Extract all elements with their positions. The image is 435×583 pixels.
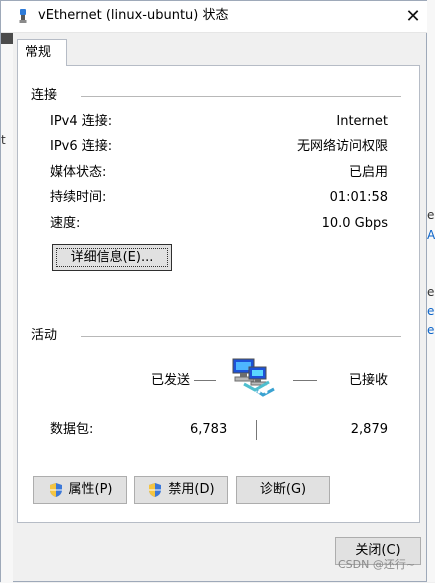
background-text-2: A	[427, 228, 435, 242]
sent-label: 已发送	[151, 373, 191, 388]
close-icon[interactable]: ✕	[398, 3, 428, 31]
details-button[interactable]: 详细信息(E)...	[52, 244, 172, 271]
activity-section-divider	[81, 336, 401, 337]
shield-icon	[49, 483, 62, 497]
ipv4-label: IPv4 连接:	[50, 114, 113, 129]
disable-button[interactable]: 禁用(D)	[134, 476, 228, 504]
background-text-1: e	[427, 208, 435, 222]
activity-section-title: 活动	[31, 328, 58, 343]
speed-label: 速度:	[50, 216, 81, 231]
media-status-label: 媒体状态:	[50, 165, 107, 180]
packets-received-value: 2,879	[350, 422, 388, 437]
title-bar: vEthernet (linux-ubuntu) 状态 ✕	[1, 1, 428, 33]
tab-general[interactable]: 常规	[17, 39, 67, 66]
sent-connector-line	[194, 380, 216, 381]
network-status-window: t vEthernet (linux-ubuntu) 状态 ✕ 常规 连接 IP…	[0, 0, 428, 583]
watermark-text: CSDN @还行~	[338, 558, 416, 571]
general-panel: 连接 IPv4 连接: Internet IPv6 连接: 无网络访问权限 媒体…	[17, 65, 420, 523]
details-button-label: 详细信息(E)...	[70, 249, 154, 265]
network-adapter-icon	[19, 9, 27, 23]
background-text-5: e	[427, 323, 435, 337]
network-computers-icon	[232, 358, 275, 397]
connection-section-title: 连接	[31, 88, 58, 103]
ipv6-value: 无网络访问权限	[296, 139, 388, 154]
media-status-value: 已启用	[348, 165, 388, 180]
packets-sent-value: 6,783	[190, 422, 228, 437]
received-connector-line	[293, 380, 317, 381]
ipv6-label: IPv6 连接:	[50, 139, 113, 154]
left-background-text: t	[1, 133, 6, 147]
duration-value: 01:01:58	[329, 190, 388, 205]
background-text-4: e	[427, 304, 435, 318]
received-label: 已接收	[348, 373, 388, 388]
connection-section-divider	[81, 96, 401, 97]
ipv4-value: Internet	[336, 114, 388, 129]
properties-button[interactable]: 属性(P)	[33, 476, 127, 504]
packet-divider	[256, 420, 257, 440]
window-title: vEthernet (linux-ubuntu) 状态	[38, 8, 229, 23]
left-background-strip: t	[1, 32, 13, 583]
duration-label: 持续时间:	[50, 190, 107, 205]
tab-general-label: 常规	[25, 45, 52, 60]
close-button-label: 关闭(C)	[355, 543, 401, 558]
shield-icon	[149, 483, 162, 497]
background-text-3: e	[427, 285, 435, 299]
disable-button-label: 禁用(D)	[168, 482, 215, 497]
diagnose-button-label: 诊断(G)	[259, 482, 307, 497]
speed-value: 10.0 Gbps	[321, 216, 388, 231]
left-background-thumb	[1, 32, 13, 44]
diagnose-button[interactable]: 诊断(G)	[236, 476, 330, 504]
right-background-strip: e A e e e	[427, 0, 435, 582]
packets-label: 数据包:	[50, 422, 94, 437]
properties-button-label: 属性(P)	[68, 482, 113, 497]
